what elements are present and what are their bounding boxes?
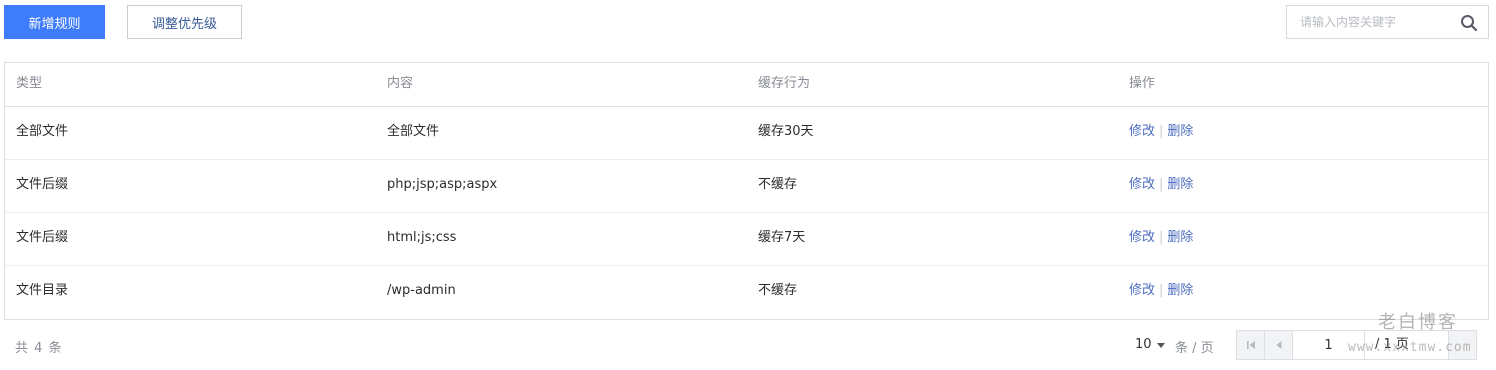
- per-page-label: 条 / 页: [1175, 341, 1214, 356]
- prev-page-icon: [1276, 341, 1281, 349]
- delete-link[interactable]: 删除: [1167, 283, 1193, 298]
- cell-cache-behavior: 缓存7天: [758, 230, 806, 245]
- toolbar: 新增规则 调整优先级: [0, 0, 1496, 46]
- cell-content: 全部文件: [387, 124, 440, 139]
- cell-actions: 修改 | 删除: [1129, 266, 1193, 319]
- header-type: 类型: [16, 76, 43, 91]
- prev-page-button[interactable]: [1265, 331, 1293, 359]
- cell-actions: 修改 | 删除: [1129, 107, 1193, 160]
- cell-cache-behavior: 缓存30天: [758, 124, 814, 139]
- edit-link[interactable]: 修改: [1129, 283, 1155, 298]
- header-actions: 操作: [1129, 76, 1156, 91]
- watermark-url: www.xxxtmw.com: [1348, 340, 1472, 355]
- cell-content: html;js;css: [387, 230, 457, 245]
- delete-link[interactable]: 删除: [1167, 230, 1193, 245]
- adjust-priority-button[interactable]: 调整优先级: [127, 5, 242, 39]
- table-row: 文件后缀 php;jsp;asp;aspx 不缓存 修改 | 删除: [5, 160, 1488, 213]
- caret-down-icon: [1156, 343, 1165, 348]
- cell-type: 全部文件: [16, 124, 69, 139]
- cell-content: php;jsp;asp;aspx: [387, 177, 498, 192]
- delete-link[interactable]: 删除: [1167, 124, 1193, 139]
- watermark-title: 老白博客: [1378, 312, 1458, 333]
- cell-actions: 修改 | 删除: [1129, 213, 1193, 266]
- add-rule-button[interactable]: 新增规则: [4, 5, 105, 39]
- cell-type: 文件目录: [16, 283, 69, 298]
- cell-cache-behavior: 不缓存: [758, 177, 798, 192]
- table-row: 全部文件 全部文件 缓存30天 修改 | 删除: [5, 107, 1488, 160]
- total-count: 共 4 条: [15, 341, 63, 356]
- header-cache-behavior: 缓存行为: [758, 76, 811, 91]
- table-row: 文件目录 /wp-admin 不缓存 修改 | 删除: [5, 266, 1488, 319]
- page-size-select[interactable]: 10: [1135, 337, 1165, 352]
- search-icon[interactable]: [1460, 14, 1478, 32]
- table-header: 类型 内容 缓存行为 操作: [5, 63, 1488, 107]
- header-content: 内容: [387, 76, 414, 91]
- cell-type: 文件后缀: [16, 177, 69, 192]
- edit-link[interactable]: 修改: [1129, 230, 1155, 245]
- cell-content: /wp-admin: [387, 283, 456, 298]
- first-page-icon: [1246, 341, 1255, 349]
- page-size-value: 10: [1135, 337, 1152, 352]
- search-input[interactable]: [1287, 6, 1453, 38]
- edit-link[interactable]: 修改: [1129, 177, 1155, 192]
- edit-link[interactable]: 修改: [1129, 124, 1155, 139]
- action-separator: |: [1159, 230, 1164, 245]
- action-separator: |: [1159, 283, 1164, 298]
- cache-rules-table: 类型 内容 缓存行为 操作 全部文件 全部文件 缓存30天 修改 | 删除 文件后缀…: [4, 62, 1489, 320]
- cell-cache-behavior: 不缓存: [758, 283, 798, 298]
- action-separator: |: [1159, 177, 1164, 192]
- action-separator: |: [1159, 124, 1164, 139]
- delete-link[interactable]: 删除: [1167, 177, 1193, 192]
- first-page-button[interactable]: [1237, 331, 1265, 359]
- table-row: 文件后缀 html;js;css 缓存7天 修改 | 删除: [5, 213, 1488, 266]
- cell-actions: 修改 | 删除: [1129, 160, 1193, 213]
- cell-type: 文件后缀: [16, 230, 69, 245]
- search-box: [1286, 5, 1489, 39]
